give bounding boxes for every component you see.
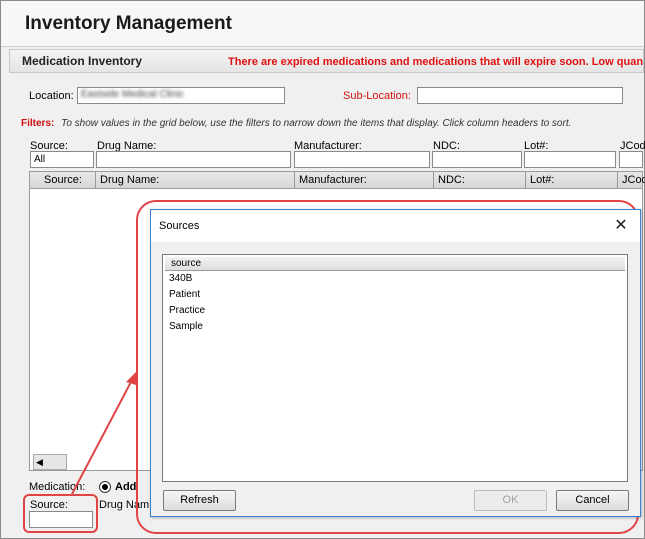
filter-drug-input[interactable] xyxy=(96,151,291,168)
filter-manufacturer-input[interactable] xyxy=(294,151,430,168)
list-header-source[interactable]: source xyxy=(165,257,625,271)
col-header-jcode[interactable]: JCod xyxy=(618,172,645,188)
section-title: Medication Inventory xyxy=(22,54,143,68)
dialog-titlebar: Sources ✕ xyxy=(151,210,640,242)
expiry-warning: There are expired medications and medica… xyxy=(228,56,644,68)
scroll-left-icon[interactable]: ◀ xyxy=(36,457,43,468)
list-item[interactable]: Patient xyxy=(169,289,200,300)
filter-jcode-input[interactable] xyxy=(619,151,643,168)
filter-source-input[interactable]: All xyxy=(30,151,94,168)
inventory-grid-header: Source: Drug Name: Manufacturer: NDC: Lo… xyxy=(29,171,645,189)
sub-location-field[interactable] xyxy=(417,87,623,104)
add-radio-label: Add xyxy=(115,481,137,493)
list-item[interactable]: Practice xyxy=(169,305,205,316)
list-item[interactable]: Sample xyxy=(169,321,203,332)
col-header-manufacturer[interactable]: Manufacturer: xyxy=(295,172,434,188)
col-header-lot[interactable]: Lot#: xyxy=(526,172,618,188)
filters-hint: Filters: To show values in the grid belo… xyxy=(21,118,571,129)
location-value: Eastside Medical Clinic xyxy=(81,89,184,100)
source-highlight xyxy=(23,494,98,533)
list-item[interactable]: 340B xyxy=(169,273,192,284)
filters-key: Filters: xyxy=(21,118,55,129)
col-header-ndc[interactable]: NDC: xyxy=(434,172,526,188)
col-header-drug-name[interactable]: Drug Name: xyxy=(96,172,295,188)
filter-ndc-input[interactable] xyxy=(432,151,522,168)
filters-description: To show values in the grid below, use th… xyxy=(61,118,572,129)
close-icon[interactable]: ✕ xyxy=(612,215,630,235)
sub-location-label: Sub-Location: xyxy=(343,90,411,102)
sources-list[interactable]: source 340B Patient Practice Sample xyxy=(162,254,628,482)
col-header-source[interactable]: Source: xyxy=(30,172,96,188)
cancel-button[interactable]: Cancel xyxy=(556,490,629,511)
add-radio[interactable] xyxy=(99,481,111,493)
filter-lot-input[interactable] xyxy=(524,151,616,168)
section-header: Medication Inventory There are expired m… xyxy=(9,49,644,73)
ok-button[interactable]: OK xyxy=(474,490,547,511)
refresh-button[interactable]: Refresh xyxy=(163,490,236,511)
sources-dialog: Sources ✕ source 340B Patient Practice S… xyxy=(150,209,641,517)
title-bar: Inventory Management xyxy=(1,1,644,47)
dialog-title: Sources xyxy=(159,220,200,232)
app-title: Inventory Management xyxy=(25,13,232,34)
location-field[interactable]: Eastside Medical Clinic xyxy=(77,87,285,104)
horizontal-scrollbar[interactable]: ◀ xyxy=(33,454,67,470)
medication-label: Medication: xyxy=(29,481,86,493)
location-label: Location: xyxy=(29,90,74,102)
